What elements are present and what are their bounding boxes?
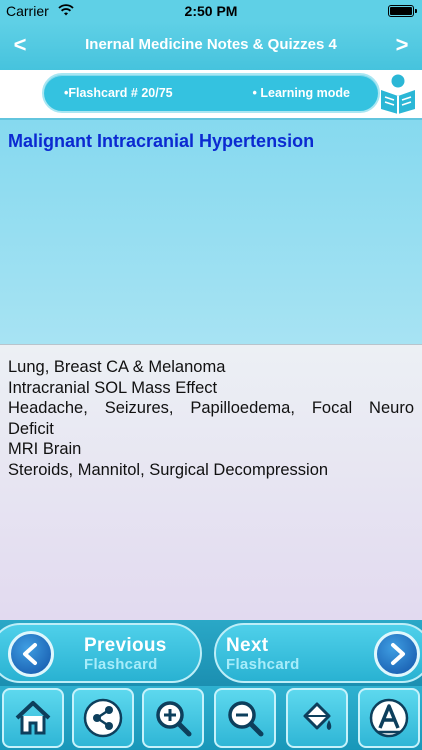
previous-sublabel: Flashcard: [84, 656, 158, 673]
next-flashcard-button[interactable]: Next Flashcard: [214, 623, 422, 683]
answer-line: MRI Brain: [8, 440, 82, 458]
zoom-in-button[interactable]: [142, 688, 204, 748]
reader-book-icon[interactable]: [378, 72, 418, 114]
answer-line: Steroids, Mannitol, Surgical Decompressi…: [8, 460, 329, 479]
font-size-button[interactable]: [358, 688, 420, 748]
page-title: Inernal Medicine Notes & Quizzes 4: [85, 36, 337, 53]
info-bar: •Flashcard # 20/75 • Learning mode: [0, 70, 422, 116]
previous-flashcard-button[interactable]: Previous Flashcard: [0, 623, 202, 683]
flashcard-question: Malignant Intracranial Hypertension: [8, 131, 315, 151]
bottom-toolbar: [0, 686, 422, 750]
answer-panel: Lung, Breast CA & Melanoma Intracranial …: [0, 344, 422, 620]
answer-line: Headache, Seizures, Papilloedema, Focal …: [8, 399, 414, 438]
flashcard-nav-bar: Previous Flashcard Next Flashcard: [0, 620, 422, 686]
font-icon: [369, 698, 409, 738]
paint-bucket-icon: [303, 702, 332, 730]
share-button[interactable]: [72, 688, 134, 748]
zoom-out-icon: [228, 701, 264, 737]
question-panel: Malignant Intracranial Hypertension: [0, 118, 422, 344]
forward-button[interactable]: >: [390, 32, 414, 58]
arrow-left-icon: [8, 631, 54, 677]
nav-header: < Inernal Medicine Notes & Quizzes 4 >: [0, 22, 422, 70]
answer-line: Lung, Breast CA & Melanoma: [8, 358, 226, 376]
arrow-right-icon: [374, 631, 420, 677]
home-button[interactable]: [2, 688, 64, 748]
flashcard-status-pill: •Flashcard # 20/75 • Learning mode: [42, 73, 380, 113]
previous-label: Previous: [84, 635, 167, 656]
mode-label: • Learning mode: [252, 86, 350, 100]
next-label: Next: [226, 635, 269, 656]
next-sublabel: Flashcard: [226, 656, 300, 673]
home-icon: [15, 701, 51, 735]
zoom-out-button[interactable]: [214, 688, 276, 748]
flashcard-counter: •Flashcard # 20/75: [64, 86, 173, 100]
answer-list: Lung, Breast CA & Melanoma Intracranial …: [8, 357, 414, 480]
zoom-in-icon: [156, 701, 192, 737]
share-icon: [83, 698, 123, 738]
status-bar: Carrier 2:50 PM: [0, 0, 422, 22]
status-time: 2:50 PM: [184, 3, 238, 19]
answer-line: Intracranial SOL Mass Effect: [8, 378, 218, 397]
battery-icon: [388, 5, 417, 17]
theme-color-button[interactable]: [286, 688, 348, 748]
back-button[interactable]: <: [8, 32, 32, 58]
